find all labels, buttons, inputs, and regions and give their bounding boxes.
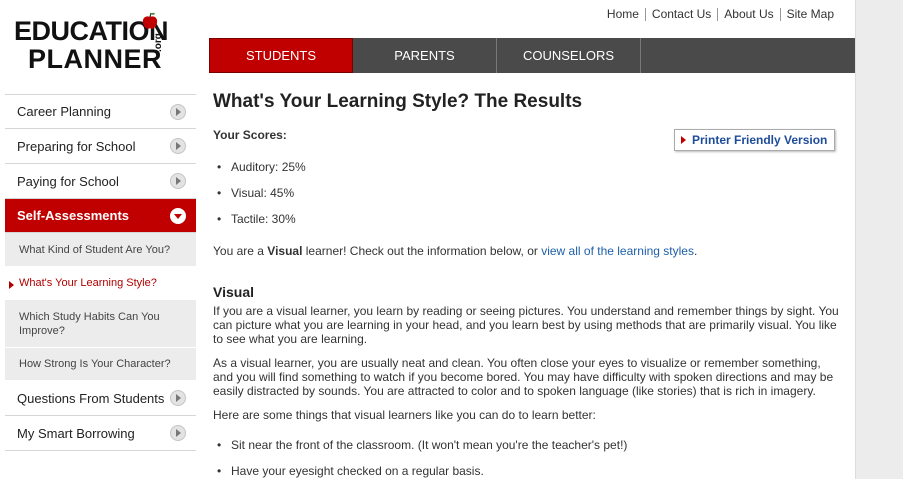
scores-list: Auditory: 25% Visual: 45% Tactile: 30% [213,158,306,236]
audience-tabs: STUDENTS PARENTS COUNSELORS [209,38,855,73]
chevron-right-icon [170,390,186,406]
sidebar-subitem-learning-style[interactable]: What's Your Learning Style? [5,267,196,300]
chevron-right-icon [170,103,186,120]
main-content: What's Your Learning Style? The Results … [213,90,843,479]
chevron-down-icon [170,207,186,224]
sidebar-item-my-smart-borrowing[interactable]: My Smart Borrowing [5,416,196,451]
visual-paragraph-3: Here are some things that visual learner… [213,408,596,422]
printer-friendly-label: Printer Friendly Version [692,133,828,147]
view-all-learning-styles-link[interactable]: view all of the learning styles [541,244,694,258]
sidebar-item-label: Paying for School [17,173,119,189]
result-style: Visual [267,244,303,258]
sidebar-item-label: My Smart Borrowing [17,425,135,441]
visual-paragraph-1: If you are a visual learner, you learn b… [213,304,839,346]
logo-line2: PLANNER [28,44,163,74]
score-visual: Visual: 45% [213,184,306,210]
sidebar-nav: Career Planning Preparing for School Pay… [5,94,196,451]
result-mid: learner! Check out the information below… [302,244,542,258]
about-us-link[interactable]: About Us [717,8,779,21]
utility-nav: Home Contact Us About Us Site Map [601,8,840,21]
chevron-right-icon [170,425,186,441]
tab-students[interactable]: STUDENTS [209,38,353,73]
result-end: . [693,244,698,258]
section-heading: Visual [213,284,254,300]
sidebar-subitem-student-type[interactable]: What Kind of Student Are You? [5,233,196,267]
sidebar-item-career-planning[interactable]: Career Planning [5,94,196,129]
page-title: What's Your Learning Style? The Results [213,91,583,112]
score-auditory: Auditory: 25% [213,158,306,184]
sidebar-item-questions-from-students[interactable]: Questions From Students [5,381,196,416]
tip-item: Have your eyesight checked on a regular … [213,463,627,489]
printer-friendly-button[interactable]: Printer Friendly Version [674,129,835,151]
sidebar-item-label: Career Planning [17,104,111,119]
tab-parents[interactable]: PARENTS [353,38,497,73]
score-tactile: Tactile: 30% [213,210,306,236]
play-arrow-icon [681,136,686,144]
current-page-marker-icon [9,281,14,289]
page-gutter [855,0,903,479]
logo-org-suffix: .org [153,33,164,52]
sidebar-item-preparing-for-school[interactable]: Preparing for School [5,129,196,164]
scores-label: Your Scores: [213,128,287,142]
sidebar-item-self-assessments[interactable]: Self-Assessments [5,199,196,233]
education-planner-logo[interactable]: EDUCATION PLANNER .org [14,12,194,78]
tab-counselors[interactable]: COUNSELORS [497,38,641,73]
apple-icon [142,12,158,29]
sidebar-subitem-label: What's Your Learning Style? [19,277,157,289]
sidebar-item-label: Questions From Students [17,390,165,406]
visual-paragraph-2: As a visual learner, you are usually nea… [213,356,834,398]
site-map-link[interactable]: Site Map [779,8,840,21]
result-prefix: You are a [213,244,268,258]
sidebar-item-paying-for-school[interactable]: Paying for School [5,164,196,199]
sidebar-item-label: Preparing for School [17,138,136,154]
home-link[interactable]: Home [601,8,645,21]
result-summary: You are a Visual learner! Check out the … [213,244,841,258]
sidebar-subitem-study-habits[interactable]: Which Study Habits Can You Improve? [5,300,196,348]
contact-us-link[interactable]: Contact Us [644,8,717,21]
chevron-right-icon [170,138,186,154]
chevron-right-icon [170,173,186,189]
sidebar-subitem-character[interactable]: How Strong Is Your Character? [5,348,196,381]
tips-list: Sit near the front of the classroom. (It… [213,437,627,489]
sidebar-item-label: Self-Assessments [17,208,129,223]
tip-item: Sit near the front of the classroom. (It… [213,437,627,463]
